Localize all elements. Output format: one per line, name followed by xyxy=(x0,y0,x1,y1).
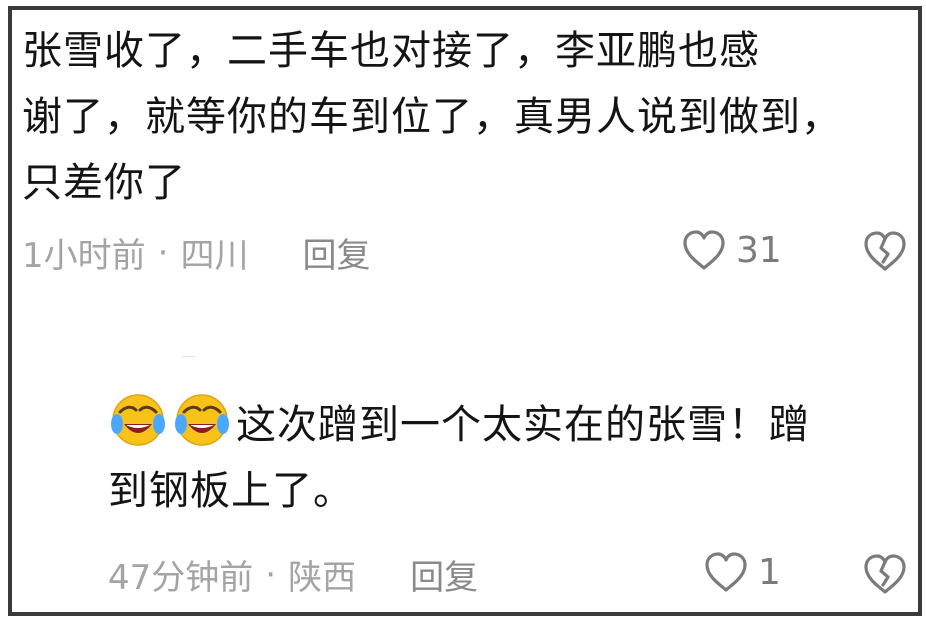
reply-button[interactable]: 回复 xyxy=(302,228,370,277)
reply-text-line: 到钢板上了。 xyxy=(108,468,354,514)
crying-laughing-face-icon xyxy=(111,394,165,446)
comment-text-line: 张雪收了，二手车也对接了，李亚鹏也感 xyxy=(22,28,760,74)
comment-text-line: 只差你了 xyxy=(22,160,186,206)
reply-text: 这次蹭到一个太实在的张雪！蹭 xyxy=(236,402,810,448)
like-count: 31 xyxy=(736,229,782,271)
meta-separator: · xyxy=(265,554,277,595)
dislike-button[interactable] xyxy=(860,227,910,279)
broken-heart-icon xyxy=(864,231,906,271)
reply-time: 47分钟前 xyxy=(108,558,254,598)
crying-laughing-face-icon xyxy=(175,394,229,446)
reply-meta: 47分钟前 · 陕西 回复 xyxy=(108,550,478,599)
comment-text-line: 谢了，就等你的车到位了，真男人说到做到， xyxy=(22,94,842,140)
heart-icon xyxy=(683,230,725,270)
like-button[interactable]: 31 xyxy=(680,226,782,274)
reply-body: 这次蹭到一个太实在的张雪！蹭 到钢板上了。 xyxy=(108,388,908,524)
comment-time: 1小时前 xyxy=(22,236,146,276)
like-count: 1 xyxy=(758,551,781,593)
broken-heart-icon xyxy=(864,554,906,594)
meta-separator: · xyxy=(157,232,169,273)
comment-location: 四川 xyxy=(180,236,249,276)
reply-button[interactable]: 回复 xyxy=(410,550,478,599)
comment-meta: 1小时前 · 四川 回复 xyxy=(22,228,370,277)
dislike-button[interactable] xyxy=(860,550,910,602)
divider xyxy=(182,356,196,357)
reply-text-line: 这次蹭到一个太实在的张雪！蹭 xyxy=(108,388,908,458)
comment-panel: 张雪收了，二手车也对接了，李亚鹏也感 谢了，就等你的车到位了，真男人说到做到， … xyxy=(8,6,922,616)
reply-location: 陕西 xyxy=(288,558,357,598)
heart-icon xyxy=(705,552,747,592)
like-button[interactable]: 1 xyxy=(702,548,781,596)
comment-body: 张雪收了，二手车也对接了，李亚鹏也感 谢了，就等你的车到位了，真男人说到做到， … xyxy=(22,18,912,216)
